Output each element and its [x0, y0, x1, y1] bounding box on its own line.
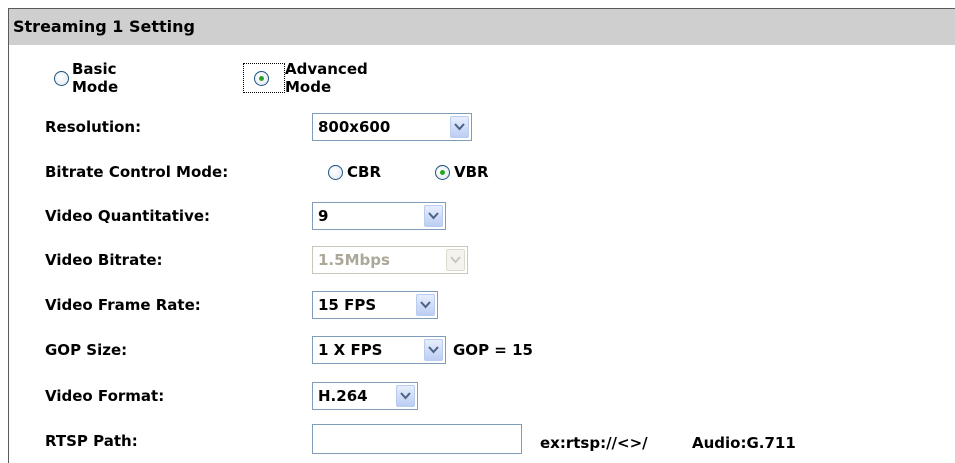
bitrate-row: Video Bitrate: 1.5Mbps — [0, 245, 955, 275]
advanced-mode-radio[interactable] — [254, 70, 269, 86]
cbr-radio[interactable] — [328, 164, 343, 180]
resolution-label: Resolution: — [45, 118, 142, 136]
vbr-radio[interactable] — [435, 164, 450, 180]
gop-note: GOP = 15 — [453, 341, 533, 359]
quantitative-label: Video Quantitative: — [45, 207, 211, 225]
bitrate-mode-label: Bitrate Control Mode: — [45, 163, 229, 181]
chevron-down-icon[interactable] — [450, 116, 469, 138]
quantitative-row: Video Quantitative: 9 — [0, 201, 955, 231]
bitrate-value: 1.5Mbps — [318, 251, 390, 269]
resolution-value: 800x600 — [318, 118, 391, 136]
rtsp-label: RTSP Path: — [45, 432, 138, 450]
format-value: H.264 — [318, 387, 368, 405]
frame-rate-row: Video Frame Rate: 15 FPS — [0, 290, 955, 320]
gop-label: GOP Size: — [45, 341, 128, 359]
section-header: Streaming 1 Setting — [9, 9, 955, 45]
advanced-mode-label[interactable]: Advanced Mode — [285, 60, 368, 96]
rtsp-path-input[interactable] — [312, 424, 522, 454]
gop-row: GOP Size: 1 X FPS GOP = 15 — [0, 335, 955, 365]
bitrate-label: Video Bitrate: — [45, 251, 163, 269]
gop-select[interactable]: 1 X FPS — [312, 336, 446, 364]
rtsp-row: RTSP Path: ex:rtsp://<>/ Audio:G.711 — [0, 424, 955, 456]
chevron-down-icon[interactable] — [424, 339, 443, 361]
chevron-down-icon — [446, 249, 465, 271]
format-select[interactable]: H.264 — [312, 382, 418, 410]
rtsp-hint: ex:rtsp://<>/ — [540, 434, 648, 452]
quantitative-value: 9 — [318, 207, 329, 225]
basic-mode-radio[interactable] — [54, 70, 69, 86]
resolution-select[interactable]: 800x600 — [312, 113, 472, 141]
gop-value: 1 X FPS — [318, 341, 383, 359]
frame-rate-select[interactable]: 15 FPS — [312, 291, 438, 319]
cbr-label[interactable]: CBR — [347, 163, 381, 181]
chevron-down-icon[interactable] — [416, 294, 435, 316]
format-row: Video Format: H.264 — [0, 381, 955, 411]
chevron-down-icon[interactable] — [396, 385, 415, 407]
quantitative-select[interactable]: 9 — [312, 202, 446, 230]
bitrate-select[interactable]: 1.5Mbps — [312, 246, 468, 274]
basic-mode-label[interactable]: Basic Mode — [72, 60, 118, 96]
resolution-row: Resolution: 800x600 — [0, 112, 955, 142]
frame-rate-value: 15 FPS — [318, 296, 377, 314]
audio-codec: Audio:G.711 — [692, 434, 796, 452]
vbr-label[interactable]: VBR — [454, 163, 489, 181]
bitrate-mode-row: Bitrate Control Mode: CBR VBR — [0, 157, 955, 187]
format-label: Video Format: — [45, 387, 165, 405]
frame-rate-label: Video Frame Rate: — [45, 296, 201, 314]
chevron-down-icon[interactable] — [424, 205, 443, 227]
